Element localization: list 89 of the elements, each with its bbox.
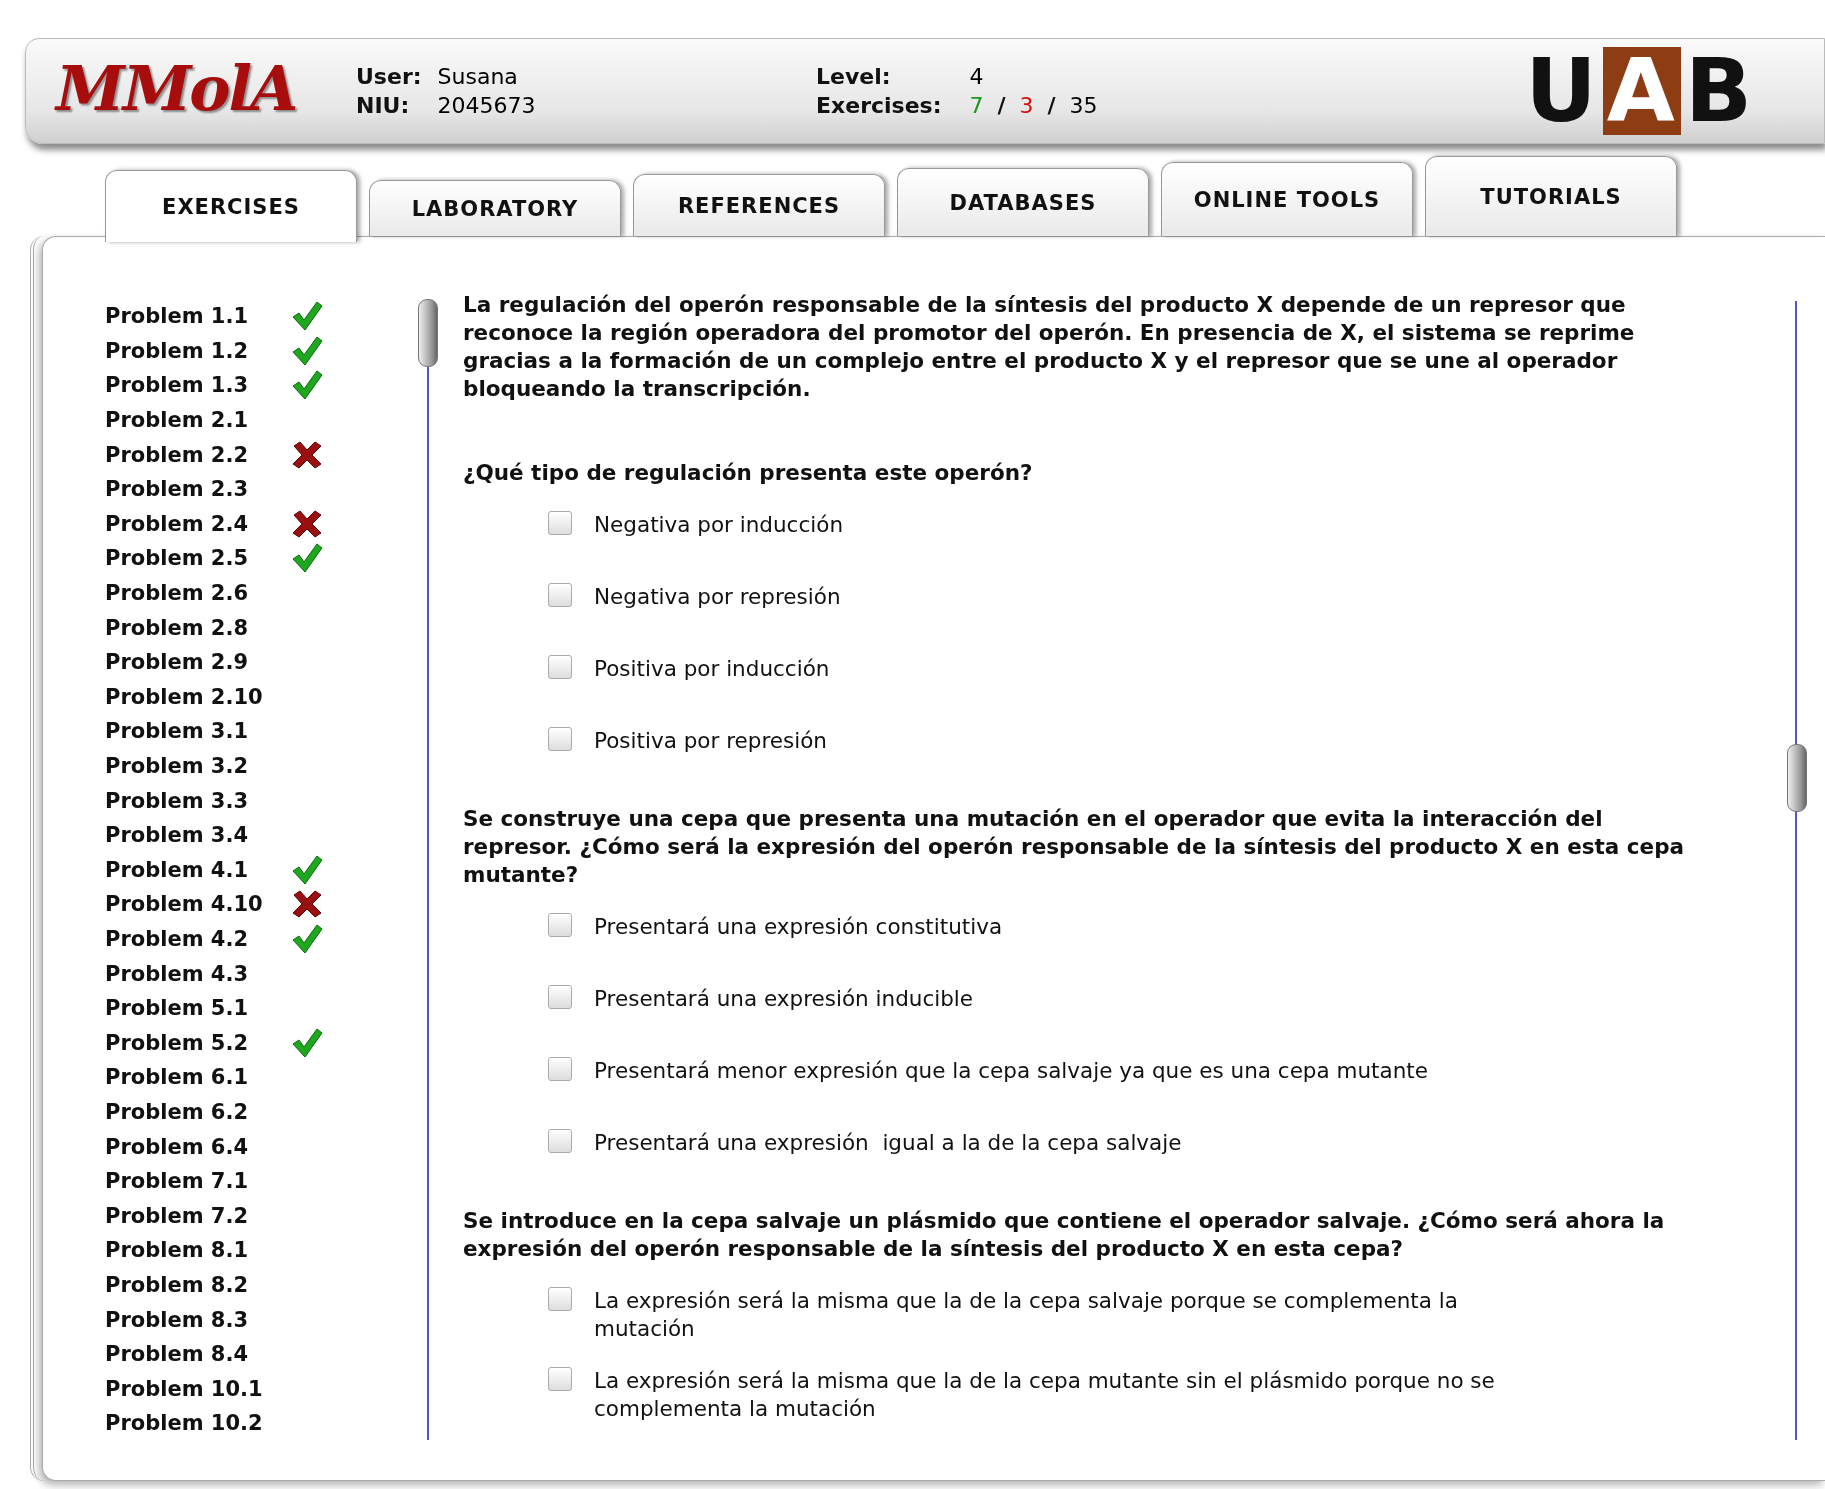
option-label: Positiva por represión: [594, 727, 828, 755]
checkbox[interactable]: [548, 1129, 572, 1153]
problem-link[interactable]: Problem 4.10: [105, 892, 291, 917]
problem-link[interactable]: Problem 5.2: [105, 1030, 291, 1055]
option-label: Positiva por inducción: [594, 655, 831, 683]
total-count: 35: [1069, 93, 1098, 118]
check-icon: [291, 923, 323, 955]
checkbox[interactable]: [548, 583, 572, 607]
user-name: Susana: [437, 64, 519, 89]
checkbox[interactable]: [548, 1057, 572, 1081]
problem-link[interactable]: Problem 3.1: [105, 719, 291, 744]
cross-icon: [291, 509, 323, 538]
check-icon: [291, 369, 323, 402]
problem-link[interactable]: Problem 3.3: [105, 788, 291, 813]
passage-text: La regulación del operón responsable de la síntesis del producto X depende de un represor que reconoce la región operadora del promotor del operón. En presencia de X, el sistema se reprime gracias a la formación de un complejo entre el producto X y el represor que se une al operador bloqueando la transcripción.: [463, 291, 1636, 403]
option-label: Presentará menor expresión que la cepa salvaje ya que es una cepa mutante: [594, 1057, 1429, 1085]
problem-link[interactable]: Problem 2.8: [105, 615, 291, 640]
tab[interactable]: TUTORIALS: [1425, 156, 1677, 236]
problem-link[interactable]: Problem 8.1: [105, 1238, 291, 1263]
checkbox[interactable]: [548, 1367, 572, 1391]
problem-link[interactable]: Problem 10.1: [105, 1376, 291, 1401]
option-label: Presentará una expresión igual a la de la cepa salvaje: [594, 1129, 1183, 1157]
wrong-count: 3: [1019, 93, 1034, 118]
correct-count: 7: [969, 93, 984, 118]
problem-link[interactable]: Problem 2.10: [105, 684, 291, 709]
question-text: Se introduce en la cepa salvaje un plásmido que contiene el operador salvaje. ¿Cómo será ahora la expresión del operón responsable de la síntesis del producto X en esta cepa?: [463, 1207, 1666, 1263]
checkbox[interactable]: [548, 1287, 572, 1311]
niu-value: 2045673: [437, 93, 536, 118]
problem-link[interactable]: Problem 1.2: [105, 338, 291, 363]
problem-link[interactable]: Problem 10.2: [105, 1411, 291, 1436]
check-icon: [291, 334, 323, 367]
problem-link[interactable]: Problem 3.4: [105, 823, 291, 848]
exercises-label: Exercises:: [816, 93, 942, 118]
option-label: Negativa por inducción: [594, 511, 844, 539]
cross-icon: [291, 440, 323, 469]
problem-link[interactable]: Problem 7.1: [105, 1169, 291, 1194]
problem-link[interactable]: Problem 2.4: [105, 511, 291, 536]
problem-link[interactable]: Problem 2.2: [105, 442, 291, 467]
logo-text: MMolA: [56, 51, 298, 125]
niu-label: NIU:: [356, 93, 411, 118]
checkbox[interactable]: [548, 727, 572, 751]
problem-link[interactable]: Problem 1.1: [105, 304, 291, 329]
problem-link[interactable]: Problem 4.3: [105, 961, 291, 986]
option-label: Presentará una expresión constitutiva: [594, 913, 1004, 941]
problem-link[interactable]: Problem 8.3: [105, 1307, 291, 1332]
university-logo: UAB: [1525, 47, 1754, 135]
problem-link[interactable]: Problem 1.3: [105, 373, 291, 398]
problem-link[interactable]: Problem 8.2: [105, 1272, 291, 1297]
user-label: User:: [356, 64, 422, 89]
tab[interactable]: REFERENCES: [633, 174, 885, 236]
checkbox[interactable]: [548, 913, 572, 937]
level-label: Level:: [816, 64, 892, 89]
problem-link[interactable]: Problem 2.9: [105, 650, 291, 675]
cross-icon: [291, 890, 323, 919]
separator: /: [997, 93, 1006, 118]
scrollbar-thumb[interactable]: [418, 299, 438, 367]
problem-link[interactable]: Problem 2.6: [105, 581, 291, 606]
problem-link[interactable]: Problem 2.3: [105, 477, 291, 502]
option-label: Presentará una expresión inducible: [594, 985, 975, 1013]
option-label: Negativa por represión: [594, 583, 842, 611]
problem-link[interactable]: Problem 6.4: [105, 1134, 291, 1159]
problem-link[interactable]: Problem 2.1: [105, 408, 291, 433]
checkbox[interactable]: [548, 655, 572, 679]
problem-link[interactable]: Problem 5.1: [105, 996, 291, 1021]
problem-link[interactable]: Problem 7.2: [105, 1203, 291, 1228]
option-label: La expresión será la misma que la de la cepa salvaje porque se complementa la mutación: [594, 1287, 1459, 1343]
separator: /: [1047, 93, 1056, 118]
question-text: ¿Qué tipo de regulación presenta este operón?: [463, 459, 1034, 487]
check-icon: [291, 853, 323, 886]
level-value: 4: [969, 64, 985, 89]
problem-link[interactable]: Problem 2.5: [105, 546, 291, 571]
problem-link[interactable]: Problem 8.4: [105, 1342, 291, 1367]
question-text: Se construye una cepa que presenta una mutación en el operador que evita la interacción del represor. ¿Cómo será la expresión del operón responsable de la síntesis del producto X en esta cepa mutante?: [463, 805, 1686, 889]
checkbox[interactable]: [548, 985, 572, 1009]
check-icon: [291, 300, 323, 333]
problem-link[interactable]: Problem 4.2: [105, 927, 291, 951]
problem-link[interactable]: Problem 6.2: [105, 1099, 291, 1124]
option-label: La expresión será la misma que la de la cepa mutante sin el plásmido porque no se complementa la mutación: [594, 1367, 1496, 1423]
tab[interactable]: DATABASES: [897, 168, 1149, 236]
tab[interactable]: EXERCISES: [105, 170, 357, 242]
tab[interactable]: LABORATORY: [369, 180, 621, 236]
problem-link[interactable]: Problem 4.1: [105, 857, 291, 882]
problem-link[interactable]: Problem 3.2: [105, 754, 291, 778]
scrollbar-thumb[interactable]: [1787, 744, 1807, 812]
check-icon: [291, 542, 323, 575]
problem-link[interactable]: Problem 6.1: [105, 1065, 291, 1090]
tab[interactable]: ONLINE TOOLS: [1161, 162, 1413, 236]
checkbox[interactable]: [548, 511, 572, 535]
check-icon: [291, 1026, 323, 1059]
